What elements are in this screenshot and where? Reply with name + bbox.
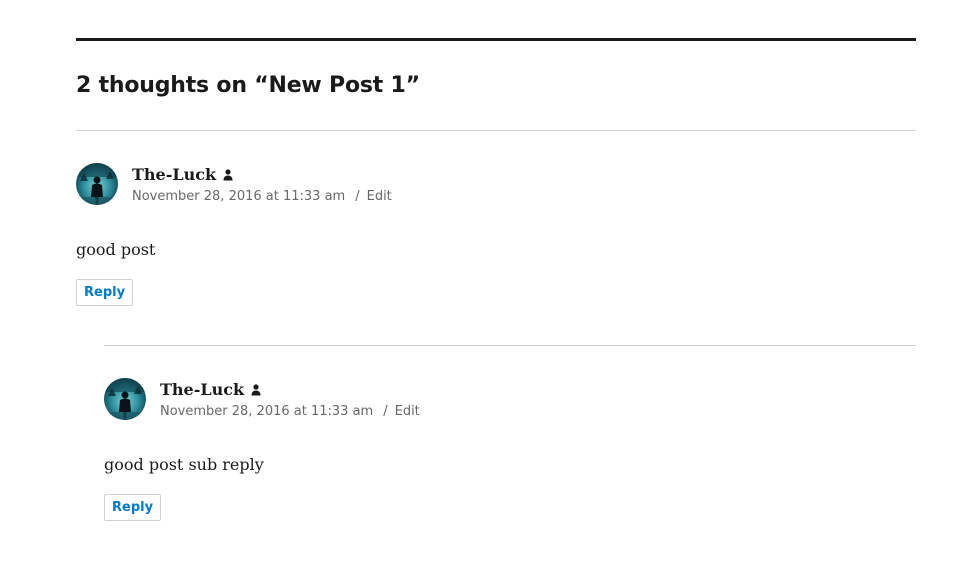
author-line: The-Luck [160,378,916,400]
avatar[interactable] [76,163,118,205]
comment: The-Luck November 28, 2016 at 11:33 am / E… [76,163,916,306]
comment-date-link[interactable]: November 28, 2016 at 11:33 am [132,189,345,204]
child-comments: The-Luck November 28, 2016 at 11:33 am / E… [104,345,916,521]
edit-link[interactable]: Edit [395,404,420,419]
reply-button[interactable]: Reply [76,279,134,306]
avatar[interactable] [104,378,146,420]
comment-meta: The-Luck November 28, 2016 at 11:33 am / E… [132,163,916,207]
reply-button[interactable]: Reply [104,494,162,521]
comments-area: 2 thoughts on “New Post 1” The-Luck Nove… [76,38,916,521]
comment-text: good post [76,240,156,259]
author-line: The-Luck [132,163,916,185]
user-icon [223,168,233,181]
comment-author[interactable]: The-Luck [160,380,244,399]
comment: The-Luck November 28, 2016 at 11:33 am / E… [104,378,916,521]
comment-meta: The-Luck November 28, 2016 at 11:33 am / E… [160,378,916,422]
comment-date-link[interactable]: November 28, 2016 at 11:33 am [160,404,373,419]
comments-title: 2 thoughts on “New Post 1” [76,73,420,98]
title-divider [76,130,916,131]
meta-separator: / [383,404,388,419]
meta-separator: / [355,189,360,204]
comment-metadata: November 28, 2016 at 11:33 am / Edit [160,402,916,422]
comment-metadata: November 28, 2016 at 11:33 am / Edit [132,187,916,207]
user-icon [251,383,261,396]
child-divider [104,345,916,346]
edit-link[interactable]: Edit [367,189,392,204]
comment-text: good post sub reply [104,455,264,474]
comment-author[interactable]: The-Luck [132,165,216,184]
